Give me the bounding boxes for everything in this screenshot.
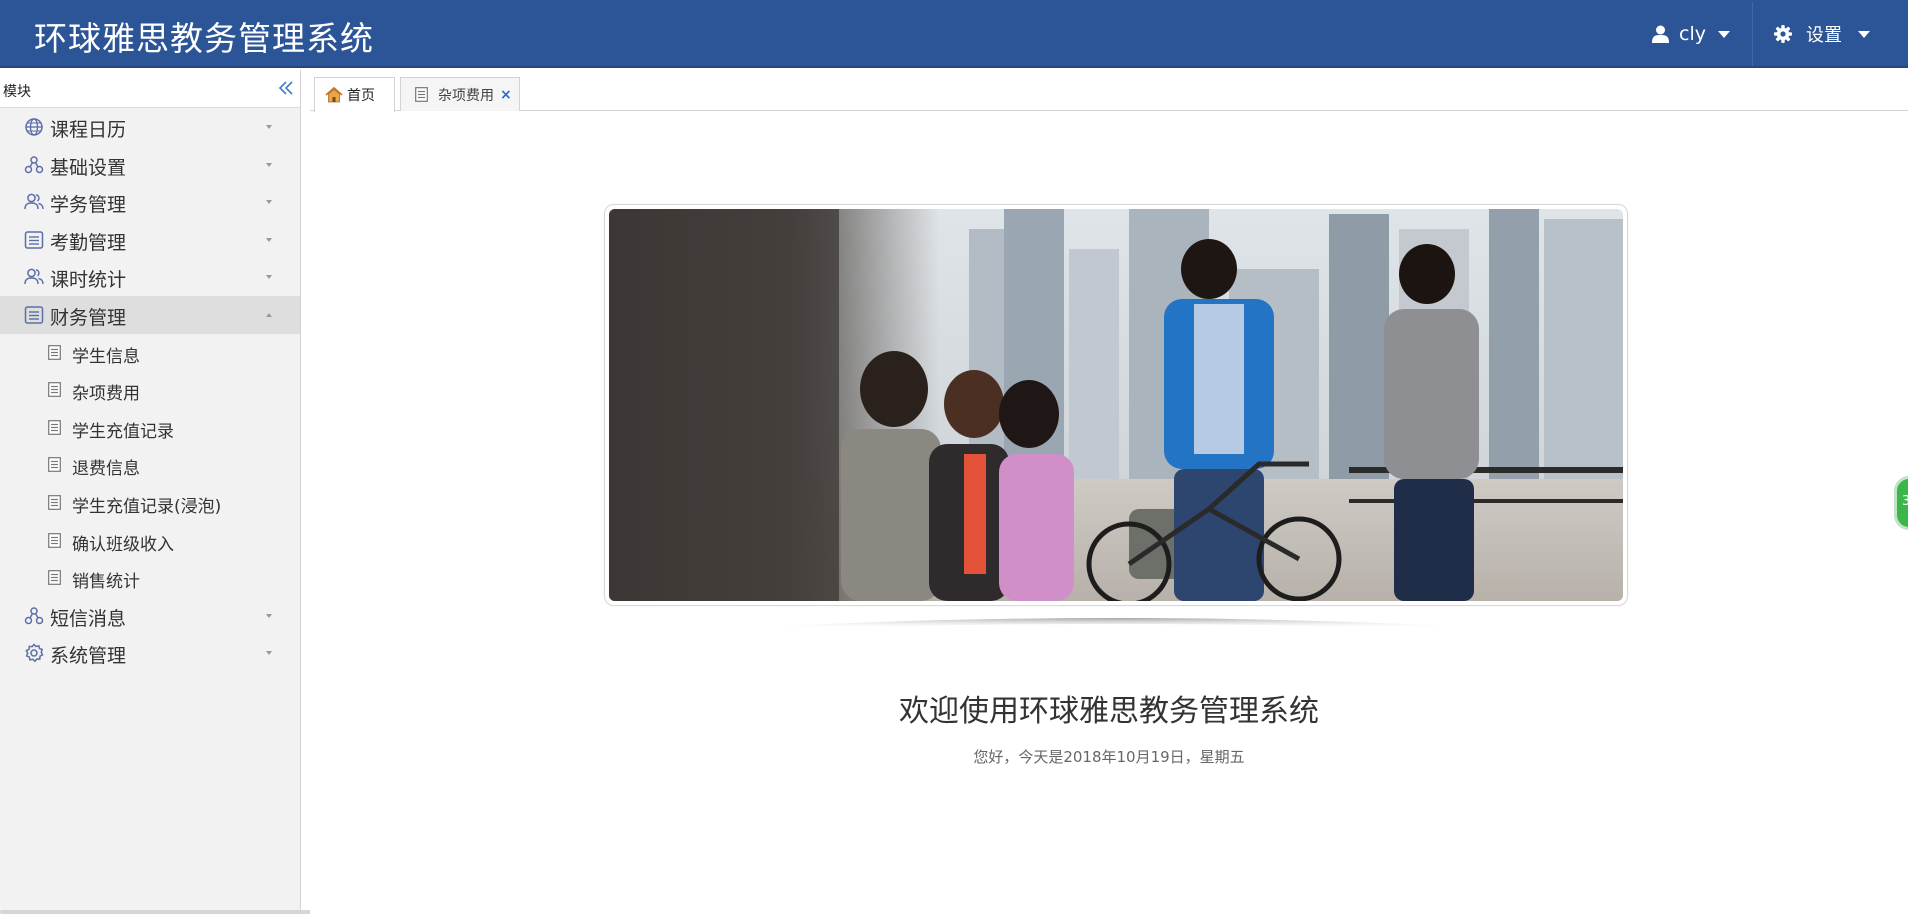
user-menu[interactable]: cly	[1652, 0, 1730, 68]
nodes-icon	[24, 155, 44, 173]
chevron-down-icon	[266, 200, 272, 205]
document-icon	[48, 495, 61, 510]
tab-home[interactable]: 首页	[314, 77, 395, 112]
chevron-down-icon	[1717, 30, 1730, 38]
collapse-icon[interactable]	[276, 78, 296, 98]
banner-shadow	[640, 618, 1590, 634]
sidebar-item-label: 课时统计	[50, 269, 127, 292]
tab-label: 杂项费用	[438, 87, 494, 104]
sidebar-subitem-label: 杂项费用	[72, 384, 140, 405]
document-icon	[48, 457, 61, 473]
sidebar-subitem-recharge-records[interactable]: 学生充值记录	[0, 409, 300, 447]
header-divider	[1752, 2, 1753, 66]
chevron-down-icon	[266, 125, 272, 129]
sidebar-subitem-label: 学生充值记录(浸泡)	[72, 496, 222, 517]
list-icon	[24, 231, 44, 249]
tab-bar: 首页 杂项费用 ×	[310, 72, 1908, 112]
globe-icon	[25, 118, 43, 136]
chevron-down-icon	[266, 613, 272, 618]
tab-misc-fees[interactable]: 杂项费用 ×	[400, 77, 520, 111]
nodes-icon	[24, 606, 44, 624]
chevron-down-icon	[266, 275, 272, 280]
settings-menu[interactable]: 设置	[1774, 0, 1870, 68]
floating-badge-text: 3	[1902, 494, 1908, 509]
gear-icon	[1774, 25, 1792, 43]
chevron-up-icon	[266, 312, 272, 317]
users-icon	[24, 193, 44, 210]
sidebar-item-label: 课程日历	[50, 119, 127, 141]
sidebar-subitem-refund-info[interactable]: 退费信息	[0, 446, 300, 484]
sidebar-item-class-hours[interactable]: 课时统计	[0, 258, 300, 296]
chevron-down-icon	[266, 651, 272, 656]
sidebar-subitem-misc-fees[interactable]: 杂项费用	[0, 371, 300, 409]
document-icon	[48, 532, 61, 548]
sidebar-item-label: 考勤管理	[50, 231, 127, 254]
document-icon	[48, 344, 61, 360]
sidebar-item-label: 财务管理	[50, 306, 127, 329]
banner-photo	[609, 209, 1623, 601]
greeting-date: 您好，今天是2018年10月19日，星期五	[973, 748, 1245, 766]
app-title: 环球雅思教务管理系统	[34, 19, 374, 58]
sidebar-item-system[interactable]: 系统管理	[0, 634, 300, 672]
home-icon	[325, 87, 343, 103]
sidebar-item-academic-affairs[interactable]: 学务管理	[0, 183, 300, 221]
document-icon	[48, 419, 61, 435]
banner-image-frame	[604, 204, 1628, 606]
welcome-title: 欢迎使用环球雅思教务管理系统	[899, 694, 1319, 729]
close-icon[interactable]: ×	[500, 87, 512, 103]
sidebar-subitem-label: 退费信息	[72, 459, 140, 480]
sidebar-header: 模块	[0, 70, 300, 108]
document-icon	[415, 87, 428, 102]
sidebar-subitem-label: 销售统计	[72, 572, 140, 593]
sidebar-item-basic-settings[interactable]: 基础设置	[0, 146, 300, 184]
sidebar-item-label: 学务管理	[50, 194, 127, 217]
app-root: 环球雅思教务管理系统 cly 设置 模块 课程日历 基础设置 学务管理 考勤管理…	[0, 0, 1908, 914]
chevron-down-icon	[1858, 30, 1870, 38]
sidebar-title: 模块	[3, 84, 31, 100]
sidebar-subitem-recharge-immersion[interactable]: 学生充值记录(浸泡)	[0, 484, 300, 522]
sidebar-item-course-calendar[interactable]: 课程日历	[0, 108, 300, 146]
floating-badge[interactable]: 3	[1894, 476, 1908, 530]
sidebar-subitem-label: 学生充值记录	[72, 421, 174, 442]
document-icon	[48, 570, 61, 586]
user-name: cly	[1679, 23, 1706, 45]
user-icon	[1652, 25, 1669, 43]
sidebar-item-sms[interactable]: 短信消息	[0, 597, 300, 635]
sidebar-item-label: 短信消息	[50, 607, 127, 630]
document-icon	[48, 382, 61, 398]
sidebar: 模块 课程日历 基础设置 学务管理 考勤管理 课时统计 财务管理 学生信息 杂项…	[0, 70, 301, 914]
chevron-down-icon	[266, 237, 272, 242]
main-content: 欢迎使用环球雅思教务管理系统 您好，今天是2018年10月19日，星期五	[310, 112, 1908, 914]
chevron-down-icon	[266, 162, 272, 167]
sidebar-subitem-student-info[interactable]: 学生信息	[0, 334, 300, 372]
gear-icon	[25, 643, 44, 663]
sidebar-subitem-label: 确认班级收入	[72, 534, 174, 555]
list-icon	[24, 306, 44, 324]
sidebar-subitem-sales-stats[interactable]: 销售统计	[0, 559, 300, 597]
sidebar-item-attendance[interactable]: 考勤管理	[0, 221, 300, 259]
sidebar-subitem-label: 学生信息	[72, 346, 140, 367]
sidebar-item-label: 基础设置	[50, 156, 127, 179]
sidebar-menu: 课程日历 基础设置 学务管理 考勤管理 课时统计 财务管理 学生信息 杂项费用 …	[0, 108, 300, 672]
top-header: 环球雅思教务管理系统 cly 设置	[0, 0, 1908, 68]
settings-label: 设置	[1806, 25, 1842, 46]
tab-label: 首页	[347, 88, 375, 104]
users-icon	[24, 269, 44, 285]
sidebar-subitem-class-income[interactable]: 确认班级收入	[0, 522, 300, 560]
sidebar-item-finance[interactable]: 财务管理	[0, 295, 300, 334]
sidebar-item-label: 系统管理	[50, 645, 127, 668]
